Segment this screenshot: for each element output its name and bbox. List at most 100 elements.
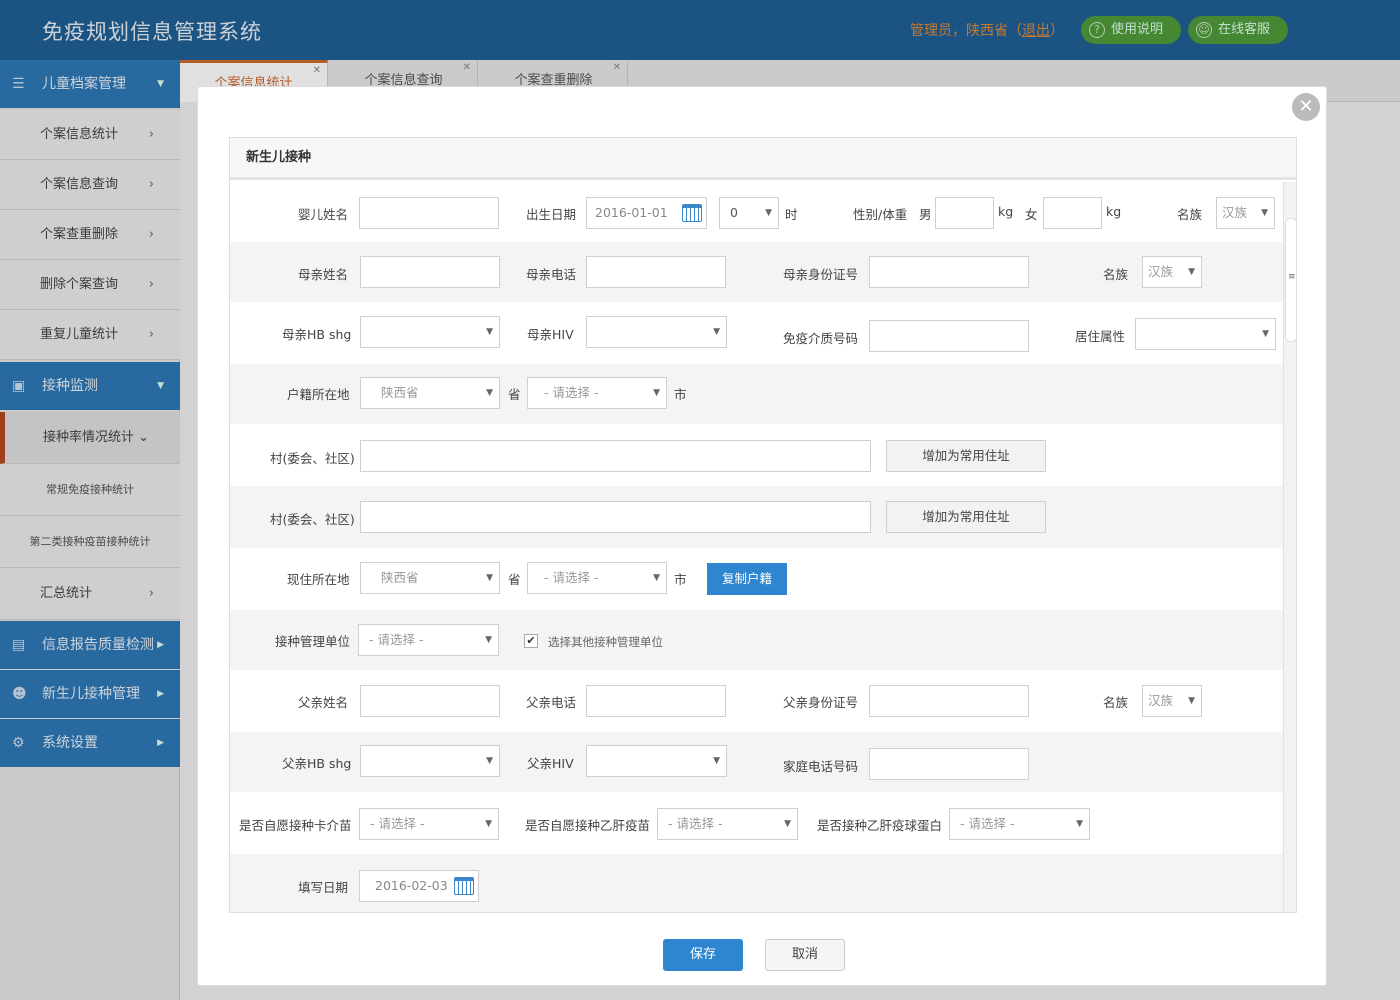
- fill-date-input[interactable]: 2016-02-03: [359, 870, 479, 902]
- add-common-address-button[interactable]: 增加为常用住址: [886, 501, 1046, 533]
- father-hiv-label: 父亲HIV: [527, 756, 574, 771]
- newborn-vaccination-dialog: ✕ 新生儿接种 婴儿姓名 出生日期 2016-01-01 0 ▼ 时 性别/体重 …: [197, 86, 1327, 986]
- female-weight-input[interactable]: [1043, 197, 1102, 229]
- mother-name-label: 母亲姓名: [298, 267, 349, 282]
- household-label: 户籍所在地: [287, 387, 350, 402]
- residence-select[interactable]: ▼: [1135, 318, 1276, 350]
- hour-unit: 时: [785, 207, 798, 222]
- form-scrollbar[interactable]: ≡: [1283, 182, 1296, 912]
- calendar-icon[interactable]: [682, 204, 702, 222]
- home-phone-label: 家庭电话号码: [783, 759, 859, 774]
- dropdown-arrow-icon: ▼: [784, 819, 791, 829]
- mother-id-label: 母亲身份证号: [783, 267, 859, 282]
- cancel-button[interactable]: 取消: [765, 939, 845, 971]
- birth-hour-select[interactable]: 0 ▼: [719, 197, 779, 229]
- form-panel: 新生儿接种 婴儿姓名 出生日期 2016-01-01 0 ▼ 时 性别/体重 男 …: [229, 137, 1297, 913]
- ethnicity-value: 汉族: [1148, 693, 1174, 708]
- father-name-input[interactable]: [360, 685, 500, 717]
- gender-weight-label: 性别/体重: [853, 207, 908, 222]
- father-hiv-select[interactable]: ▼: [586, 745, 727, 777]
- other-unit-checkbox[interactable]: ✔: [524, 634, 538, 648]
- dropdown-arrow-icon: ▼: [486, 388, 493, 398]
- vacc-card-label: 免疫介质号码: [783, 331, 859, 346]
- village-input-2[interactable]: [360, 501, 871, 533]
- mother-name-input[interactable]: [360, 256, 500, 288]
- add-common-address-button[interactable]: 增加为常用住址: [886, 440, 1046, 472]
- ethnicity-label: 名族: [1103, 695, 1129, 710]
- dropdown-arrow-icon: ▼: [485, 635, 492, 645]
- mother-phone-label: 母亲电话: [526, 267, 577, 282]
- birth-date-input[interactable]: 2016-01-01: [586, 197, 707, 229]
- female-label: 女: [1025, 207, 1038, 222]
- household-city-select[interactable]: - 请选择 - ▼: [527, 377, 667, 409]
- dropdown-arrow-icon: ▼: [1261, 208, 1268, 218]
- baby-name-input[interactable]: [359, 197, 499, 229]
- globulin-select[interactable]: - 请选择 - ▼: [949, 808, 1090, 840]
- form-row-father-health: 父亲HB shg ▼ 父亲HIV ▼ 家庭电话号码: [230, 732, 1283, 792]
- ethnicity-select[interactable]: 汉族 ▼: [1216, 197, 1275, 229]
- ethnicity-label: 名族: [1177, 207, 1203, 222]
- province-unit: 省: [508, 387, 521, 402]
- kg-unit: kg: [1106, 204, 1122, 219]
- father-ethnicity-select[interactable]: 汉族 ▼: [1142, 685, 1202, 717]
- vacc-card-input[interactable]: [869, 320, 1029, 352]
- dropdown-arrow-icon: ▼: [653, 388, 660, 398]
- form-row-fill-date: 填写日期 2016-02-03: [230, 854, 1283, 912]
- globulin-value: - 请选择 -: [960, 816, 1015, 831]
- mother-hb-label: 母亲HB shg: [282, 327, 352, 342]
- dropdown-arrow-icon: ▼: [713, 756, 720, 766]
- hepb-select[interactable]: - 请选择 - ▼: [657, 808, 798, 840]
- dropdown-arrow-icon: ▼: [1188, 696, 1195, 706]
- kg-unit: kg: [998, 204, 1014, 219]
- mother-hb-select[interactable]: ▼: [360, 316, 500, 348]
- male-weight-input[interactable]: [935, 197, 994, 229]
- city-value: - 请选择 -: [544, 385, 599, 400]
- father-hb-select[interactable]: ▼: [360, 745, 500, 777]
- bcg-select[interactable]: - 请选择 - ▼: [359, 808, 499, 840]
- grip-icon: ≡: [1288, 272, 1296, 282]
- globulin-label: 是否接种乙肝疫球蛋白: [817, 818, 943, 833]
- dropdown-arrow-icon: ▼: [1188, 267, 1195, 277]
- village-label: 村(委会、社区): [270, 451, 355, 466]
- copy-household-button[interactable]: 复制户籍: [707, 563, 787, 595]
- baby-name-label: 婴儿姓名: [298, 207, 349, 222]
- save-button[interactable]: 保存: [663, 939, 743, 971]
- form-row-village2: 村(委会、社区) 增加为常用住址: [230, 486, 1283, 548]
- bcg-label: 是否自愿接种卡介苗: [239, 818, 352, 833]
- ethnicity-value: 汉族: [1222, 205, 1248, 220]
- form-row-current: 现住所在地 陕西省 ▼ 省 - 请选择 - ▼ 市 复制户籍: [230, 548, 1283, 610]
- dropdown-arrow-icon: ▼: [713, 327, 720, 337]
- current-city-select[interactable]: - 请选择 - ▼: [527, 562, 667, 594]
- calendar-icon[interactable]: [454, 877, 474, 895]
- hepb-value: - 请选择 -: [668, 816, 723, 831]
- father-id-label: 父亲身份证号: [783, 695, 859, 710]
- form-row-village1: 村(委会、社区) 增加为常用住址: [230, 424, 1283, 486]
- household-province-select[interactable]: 陕西省 ▼: [360, 377, 500, 409]
- home-phone-input[interactable]: [869, 748, 1029, 780]
- form-row-father: 父亲姓名 父亲电话 父亲身份证号 名族 汉族 ▼: [230, 670, 1283, 732]
- village-input-1[interactable]: [360, 440, 871, 472]
- hepb-label: 是否自愿接种乙肝疫苗: [525, 818, 651, 833]
- father-id-input[interactable]: [869, 685, 1029, 717]
- dropdown-arrow-icon: ▼: [653, 573, 660, 583]
- mother-id-input[interactable]: [869, 256, 1029, 288]
- residence-label: 居住属性: [1075, 329, 1126, 344]
- city-unit: 市: [674, 572, 687, 587]
- village-label: 村(委会、社区): [270, 512, 355, 527]
- mother-phone-input[interactable]: [586, 256, 726, 288]
- fill-date-label: 填写日期: [298, 880, 349, 895]
- father-phone-input[interactable]: [586, 685, 726, 717]
- father-phone-label: 父亲电话: [526, 695, 577, 710]
- dropdown-arrow-icon: ▼: [765, 208, 772, 218]
- current-province-select[interactable]: 陕西省 ▼: [360, 562, 500, 594]
- mother-hiv-label: 母亲HIV: [527, 327, 574, 342]
- vacc-unit-select[interactable]: - 请选择 - ▼: [358, 624, 499, 656]
- form-body: 婴儿姓名 出生日期 2016-01-01 0 ▼ 时 性别/体重 男 kg 女 k…: [230, 182, 1283, 912]
- scrollbar-thumb[interactable]: ≡: [1285, 218, 1296, 342]
- mother-ethnicity-select[interactable]: 汉族 ▼: [1142, 256, 1202, 288]
- mother-hiv-select[interactable]: ▼: [586, 316, 727, 348]
- form-row-vaccines: 是否自愿接种卡介苗 - 请选择 - ▼ 是否自愿接种乙肝疫苗 - 请选择 - ▼ 是…: [230, 792, 1283, 854]
- dropdown-arrow-icon: ▼: [486, 756, 493, 766]
- dropdown-arrow-icon: ▼: [486, 327, 493, 337]
- close-icon[interactable]: ✕: [1292, 93, 1320, 121]
